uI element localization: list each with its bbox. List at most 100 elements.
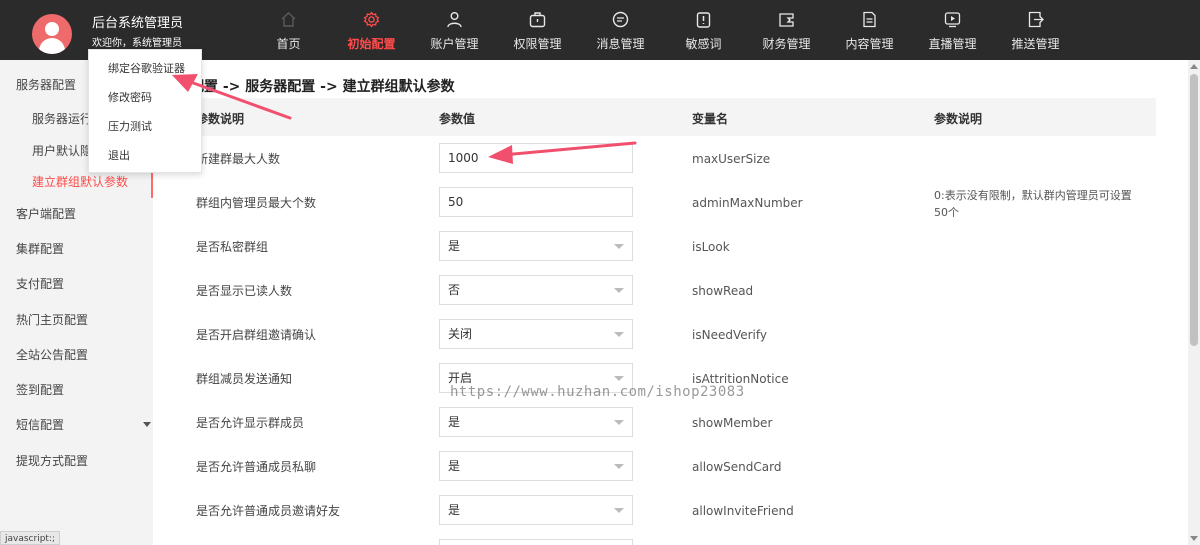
status-bar-link-hint: javascript:;: [0, 531, 61, 545]
col-header-value: 参数值: [439, 112, 476, 126]
sidebar-item-cluster-config[interactable]: 集群配置: [0, 234, 153, 264]
param-label: 是否开启群组邀请确认: [196, 328, 317, 342]
admin-max-number-input[interactable]: [439, 187, 633, 217]
nav-message-label: 消息管理: [596, 37, 645, 51]
nav-message[interactable]: 消息管理: [579, 0, 662, 60]
nav-live[interactable]: 直播管理: [911, 0, 994, 60]
sidebar-item-checkin-config[interactable]: 签到配置: [0, 375, 153, 405]
main-nav: 首页 初始配置 账户管理 权限管理 消息管理 敏感词 财务管理 内容管理 直播管…: [247, 0, 1077, 60]
show-read-select[interactable]: 否: [439, 275, 633, 305]
table-row: 群组减员发送通知 开启 isAttritionNotice: [176, 357, 1156, 401]
user-dropdown-menu: 绑定谷歌验证器 修改密码 压力测试 退出: [88, 49, 202, 173]
nav-account[interactable]: 账户管理: [413, 0, 496, 60]
sidebar-item-hot-homepage[interactable]: 热门主页配置: [0, 305, 153, 335]
param-variable: isAttritionNotice: [692, 372, 789, 386]
table-row: 是否允许普通成员私聊 是 allowSendCard: [176, 445, 1156, 489]
select-value: 关闭: [448, 327, 473, 341]
col-header-notes: 参数说明: [934, 112, 983, 126]
is-look-select[interactable]: 是: [439, 231, 633, 261]
sidebar-item-sms-config[interactable]: 短信配置: [0, 410, 153, 440]
menu-bind-google-authenticator[interactable]: 绑定谷歌验证器: [89, 54, 203, 83]
is-attrition-notice-select[interactable]: 开启: [439, 363, 633, 393]
nav-content-label: 内容管理: [845, 37, 894, 51]
chevron-down-icon: [614, 332, 624, 337]
user-avatar[interactable]: [32, 14, 72, 54]
sidebar-item-client-config[interactable]: 客户端配置: [0, 199, 153, 229]
select-value: 是: [448, 459, 461, 473]
param-label: 新建群最大人数: [196, 152, 281, 166]
nav-permission-label: 权限管理: [513, 37, 562, 51]
nav-initial-config-label: 初始配置: [347, 37, 396, 51]
chevron-down-icon: [614, 376, 624, 381]
nav-permission[interactable]: 权限管理: [496, 0, 579, 60]
nav-finance[interactable]: 财务管理: [745, 0, 828, 60]
briefcase-icon: [529, 11, 546, 28]
user-block[interactable]: 后台系统管理员 欢迎你，系统管理员: [32, 12, 212, 54]
param-label: 群组内管理员最大个数: [196, 196, 317, 210]
select-value: 是: [448, 239, 461, 253]
nav-account-label: 账户管理: [430, 37, 479, 51]
caret-down-icon: [143, 422, 151, 427]
param-description: 0:表示没有限制，默认群内管理员可设置50个: [934, 189, 1132, 219]
nav-sensitive-words[interactable]: 敏感词: [662, 0, 745, 60]
allow-invite-friend-select[interactable]: 是: [439, 495, 633, 525]
is-need-verify-select[interactable]: 关闭: [439, 319, 633, 349]
nav-initial-config[interactable]: 初始配置: [330, 0, 413, 60]
scroll-down-icon[interactable]: [1190, 536, 1198, 541]
alert-icon: [695, 11, 712, 28]
param-variable: isLook: [692, 240, 730, 254]
export-icon: [1027, 11, 1044, 28]
param-variable: showRead: [692, 284, 754, 298]
select-value: 是: [448, 503, 461, 517]
page-scrollbar[interactable]: [1188, 60, 1200, 545]
user-icon: [446, 11, 463, 28]
param-label: 是否允许普通成员邀请好友: [196, 504, 341, 518]
select-value: 是: [448, 415, 461, 429]
param-label: 是否私密群组: [196, 240, 269, 254]
scroll-thumb[interactable]: [1190, 74, 1198, 346]
message-icon: [612, 11, 629, 28]
param-variable: adminMaxNumber: [692, 196, 803, 210]
table-row: 是否显示已读人数 否 showRead: [176, 269, 1156, 313]
wallet-icon: [778, 11, 795, 28]
next-row-input-partial[interactable]: [439, 539, 633, 545]
param-label: 是否允许普通成员私聊: [196, 460, 317, 474]
param-variable: showMember: [692, 416, 773, 430]
table-row: 是否允许显示群成员 是 showMember: [176, 401, 1156, 445]
user-name: 后台系统管理员: [92, 16, 184, 31]
gear-icon: [363, 11, 380, 28]
nav-home[interactable]: 首页: [247, 0, 330, 60]
menu-logout[interactable]: 退出: [89, 141, 203, 170]
table-row: 是否私密群组 是 isLook: [176, 225, 1156, 269]
menu-stress-test[interactable]: 压力测试: [89, 112, 203, 141]
document-icon: [861, 11, 878, 28]
breadcrumb: 始配置 -> 服务器配置 -> 建立群组默认参数: [176, 79, 455, 95]
sidebar-item-withdraw-config[interactable]: 提现方式配置: [0, 446, 153, 476]
allow-send-card-select[interactable]: 是: [439, 451, 633, 481]
nav-live-label: 直播管理: [928, 37, 977, 51]
chevron-down-icon: [614, 464, 624, 469]
chevron-down-icon: [614, 244, 624, 249]
max-user-size-input[interactable]: [439, 143, 633, 173]
select-value: 开启: [448, 371, 473, 385]
sidebar-item-payment-config[interactable]: 支付配置: [0, 269, 153, 299]
sidebar-item-site-notice[interactable]: 全站公告配置: [0, 340, 153, 370]
nav-push-label: 推送管理: [1011, 37, 1060, 51]
nav-content[interactable]: 内容管理: [828, 0, 911, 60]
param-variable: isNeedVerify: [692, 328, 767, 342]
play-icon: [944, 11, 961, 28]
table-header: 参数说明 参数值 变量名 参数说明: [176, 98, 1156, 136]
nav-home-label: 首页: [276, 37, 301, 51]
col-header-description: 参数说明: [196, 112, 245, 126]
chevron-down-icon: [614, 420, 624, 425]
scroll-up-icon[interactable]: [1190, 64, 1198, 69]
table-row: 是否允许普通成员邀请好友 是 allowInviteFriend: [176, 489, 1156, 533]
show-member-select[interactable]: 是: [439, 407, 633, 437]
nav-push[interactable]: 推送管理: [994, 0, 1077, 60]
param-variable: allowInviteFriend: [692, 504, 794, 518]
menu-change-password[interactable]: 修改密码: [89, 83, 203, 112]
user-greeting[interactable]: 欢迎你，系统管理员: [92, 34, 182, 49]
param-variable: allowSendCard: [692, 460, 782, 474]
select-value: 否: [448, 283, 461, 297]
nav-sensitive-words-label: 敏感词: [685, 37, 722, 51]
